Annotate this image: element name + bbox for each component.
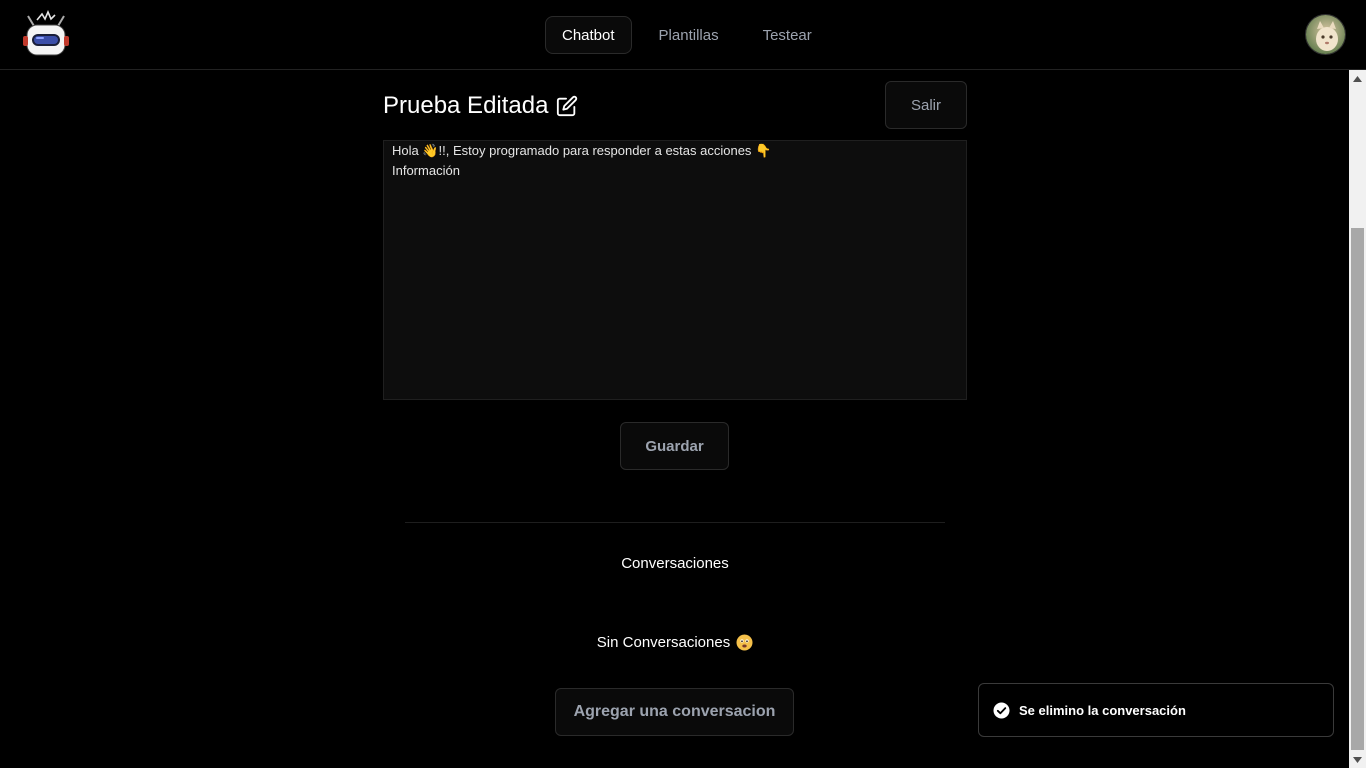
bot-title-container: Prueba Editada xyxy=(383,92,578,120)
toast-message: Se elimino la conversación xyxy=(1019,702,1186,718)
add-conversation-button[interactable]: Agregar una conversacion xyxy=(555,688,794,736)
sad-face-icon xyxy=(736,634,753,651)
toast-notification: Se elimino la conversación xyxy=(978,683,1334,737)
bot-header: Prueba Editada Salir xyxy=(383,81,967,130)
check-circle-icon xyxy=(993,702,1010,719)
message-line: Hola 👋!!, Estoy programado para responde… xyxy=(392,143,772,158)
edit-pencil-icon[interactable] xyxy=(556,95,578,117)
tab-chatbot[interactable]: Chatbot xyxy=(545,16,632,54)
empty-conversations-label: Sin Conversaciones xyxy=(596,634,731,651)
top-navbar: Chatbot Plantillas Testear xyxy=(0,0,1366,70)
empty-conversations-message: Sin Conversaciones xyxy=(383,634,967,651)
message-line: Información xyxy=(392,163,460,178)
bot-title: Prueba Editada xyxy=(383,92,549,119)
exit-button[interactable]: Salir xyxy=(885,81,967,129)
save-button[interactable]: Guardar xyxy=(620,422,729,470)
section-divider xyxy=(405,522,945,523)
scroll-up-arrow-icon[interactable] xyxy=(1349,70,1366,87)
main-nav-tabs: Chatbot Plantillas Testear xyxy=(545,16,839,54)
scroll-down-arrow-icon[interactable] xyxy=(1349,751,1366,768)
user-avatar[interactable] xyxy=(1305,14,1346,55)
welcome-message-textarea[interactable]: Hola 👋!!, Estoy programado para responde… xyxy=(383,140,967,400)
scroll-thumb[interactable] xyxy=(1351,228,1364,750)
page-scrollbar[interactable] xyxy=(1349,70,1366,768)
conversations-heading: Conversaciones xyxy=(621,555,729,572)
robot-logo-icon[interactable] xyxy=(20,9,72,58)
tab-testear[interactable]: Testear xyxy=(746,16,829,54)
tab-plantillas[interactable]: Plantillas xyxy=(642,16,736,54)
